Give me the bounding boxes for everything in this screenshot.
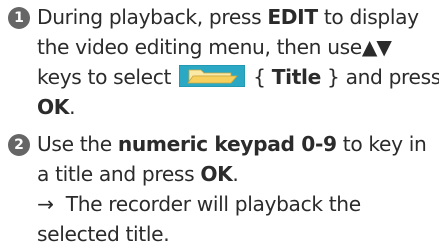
step-1-text: During playback, press EDIT to display t…: [37, 2, 439, 122]
step-2-line-2: a title and press OK.: [37, 162, 239, 186]
step-1-line-1: During playback, press EDIT to display: [37, 5, 419, 29]
step-2-line-3: → The recorder will playback the: [37, 192, 361, 216]
up-down-arrows-icon: ▲▼: [361, 35, 392, 59]
right-arrow-icon: →: [37, 192, 54, 216]
step-2-line-4: selected title.: [37, 222, 170, 246]
step-1-line-2: the video editing menu, then use▲▼: [37, 35, 392, 59]
folder-icon: [179, 65, 246, 87]
ok-key-label: OK: [200, 162, 233, 186]
step-2-text: Use the numeric keypad 0-9 to key in a t…: [37, 129, 439, 249]
step-number-badge: 2: [8, 134, 30, 156]
step-2-line-1: Use the numeric keypad 0-9 to key in: [37, 132, 427, 156]
step-number-badge: 1: [8, 7, 30, 29]
ok-key-label: OK: [37, 95, 70, 119]
edit-key-label: EDIT: [267, 5, 318, 29]
numeric-keypad-label: numeric keypad 0-9: [117, 132, 337, 156]
step-1-line-3: keys to select { Title } and press: [37, 65, 439, 89]
title-option-label: Title: [271, 65, 322, 89]
step-1-line-4: OK.: [37, 95, 76, 119]
